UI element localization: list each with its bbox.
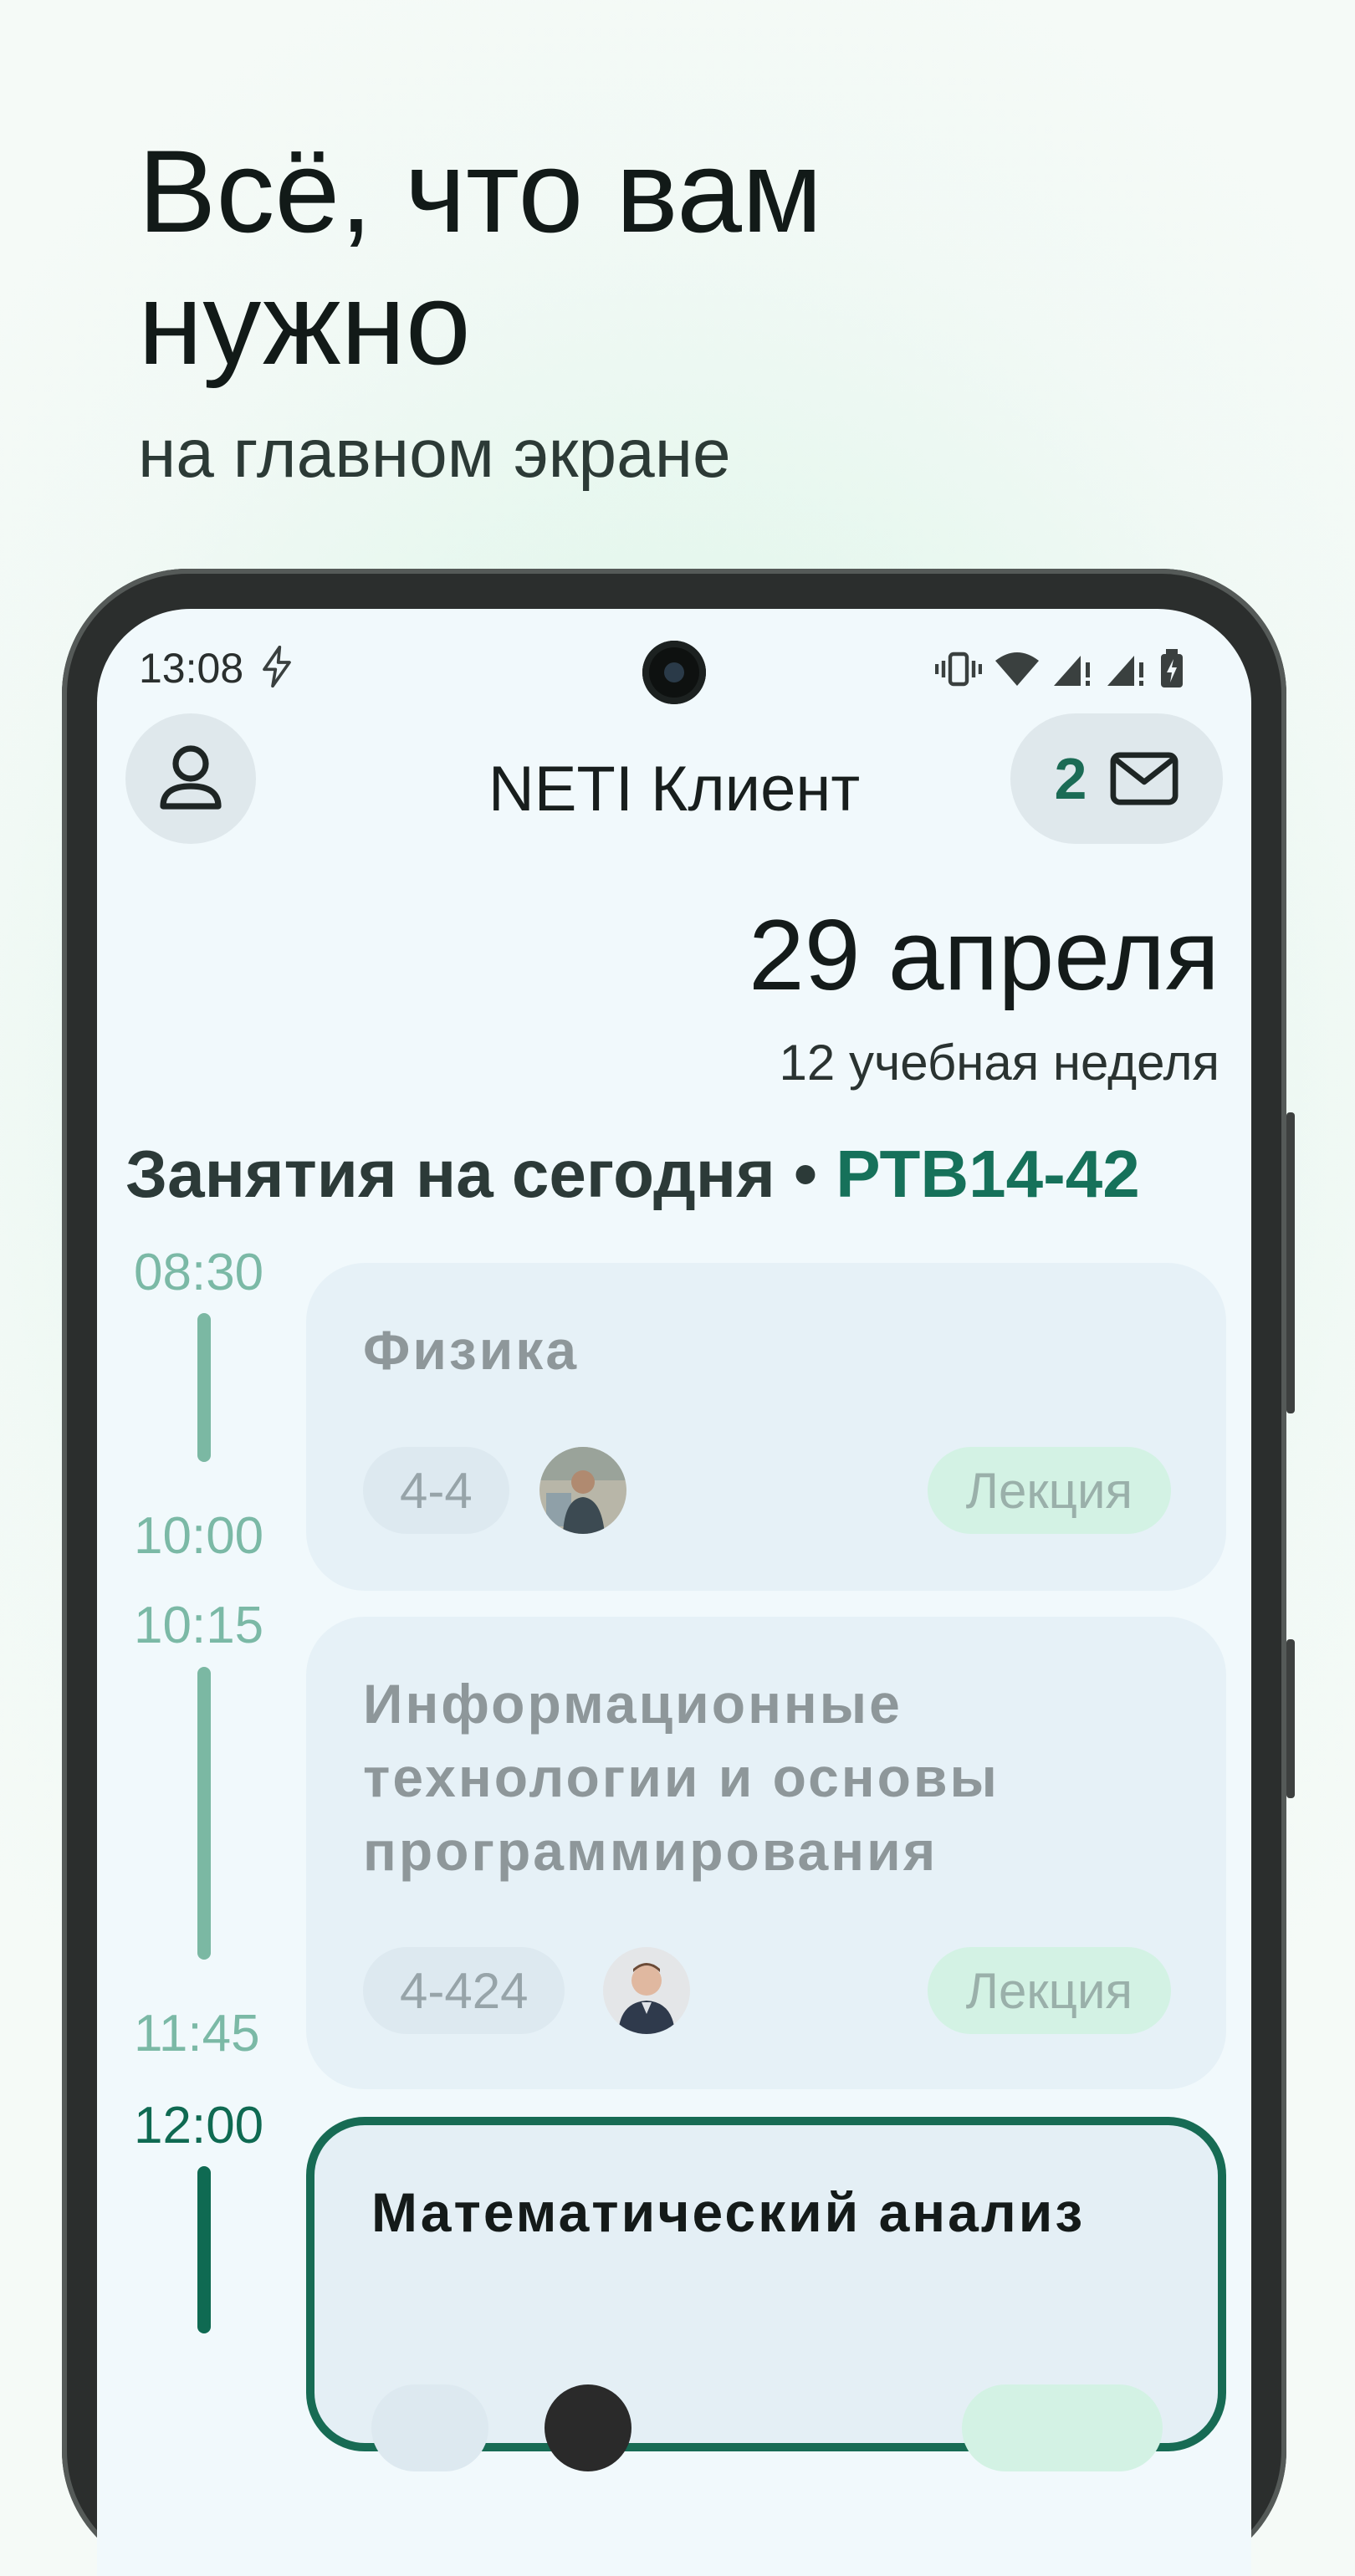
lesson-end-time: 10:00 (134, 1507, 264, 1565)
lesson-title: Физика (363, 1319, 580, 1381)
study-week: 12 учебная неделя (779, 1035, 1220, 1091)
power-button (1286, 1639, 1295, 1798)
status-bar: 13:08 (97, 609, 1251, 704)
timeline-bar (197, 1667, 211, 1960)
lesson-card-current[interactable]: Математический анализ (306, 2117, 1226, 2471)
promo-block: Всё, что вам нужно на главном экране (138, 125, 1142, 493)
front-camera (642, 641, 706, 704)
lesson-type-chip: Лекция (927, 1447, 1171, 1534)
lesson-start-time: 12:00 (134, 2097, 264, 2154)
lesson-type-chip (962, 2384, 1163, 2471)
schedule-heading-text: Занятия на сегодня • (125, 1137, 817, 1211)
phone-frame: 13:08 NETI Клиент 2 29 апреля 12 учебная… (62, 569, 1295, 2576)
lesson-title: Математический анализ (371, 2181, 1086, 2243)
teacher-avatar[interactable] (539, 1447, 626, 1534)
lesson-end-time: 11:45 (134, 2005, 260, 2062)
promo-subtitle: на главном экране (138, 416, 731, 492)
current-date: 29 апреля (748, 899, 1220, 1011)
lesson-title: Информационные технологии и основы прогр… (363, 1673, 1000, 1882)
charging-bolt-icon (263, 646, 291, 687)
room-chip (371, 2384, 488, 2471)
signal-icon (1054, 656, 1090, 686)
lesson-type-chip: Лекция (927, 1947, 1171, 2034)
lesson-card[interactable]: Информационные технологии и основы прогр… (306, 1617, 1226, 2089)
wifi-icon (995, 652, 1039, 686)
lesson-start-time: 10:15 (134, 1597, 264, 1654)
signal-icon (1107, 656, 1143, 686)
group-name[interactable]: РТВ14-42 (836, 1137, 1140, 1211)
lesson-card[interactable]: Физика 4-4 Лекция (306, 1263, 1226, 1591)
teacher-avatar[interactable] (545, 2384, 631, 2471)
schedule-heading: Занятия на сегодня • РТВ14-42 (125, 1136, 1140, 1213)
status-icons (935, 649, 1184, 689)
lesson-start-time: 08:30 (134, 1244, 264, 1301)
vibrate-icon (935, 652, 982, 687)
timeline-bar-current (197, 2166, 211, 2333)
envelope-icon (1111, 752, 1179, 805)
promo-title: Всё, что вам нужно (138, 125, 823, 389)
teacher-photo (539, 1447, 626, 1534)
app-screen: 13:08 NETI Клиент 2 29 апреля 12 учебная… (97, 609, 1251, 2576)
teacher-photo (603, 1947, 690, 2034)
volume-button (1286, 1112, 1295, 1413)
timeline-bar (197, 1313, 211, 1462)
room-chip: 4-4 (363, 1447, 509, 1534)
status-time: 13:08 (139, 645, 244, 692)
battery-icon (1161, 649, 1183, 687)
messages-button[interactable]: 2 (1010, 713, 1223, 844)
teacher-avatar[interactable] (603, 1947, 690, 2034)
room-chip: 4-424 (363, 1947, 565, 2034)
unread-count: 2 (1054, 746, 1087, 811)
